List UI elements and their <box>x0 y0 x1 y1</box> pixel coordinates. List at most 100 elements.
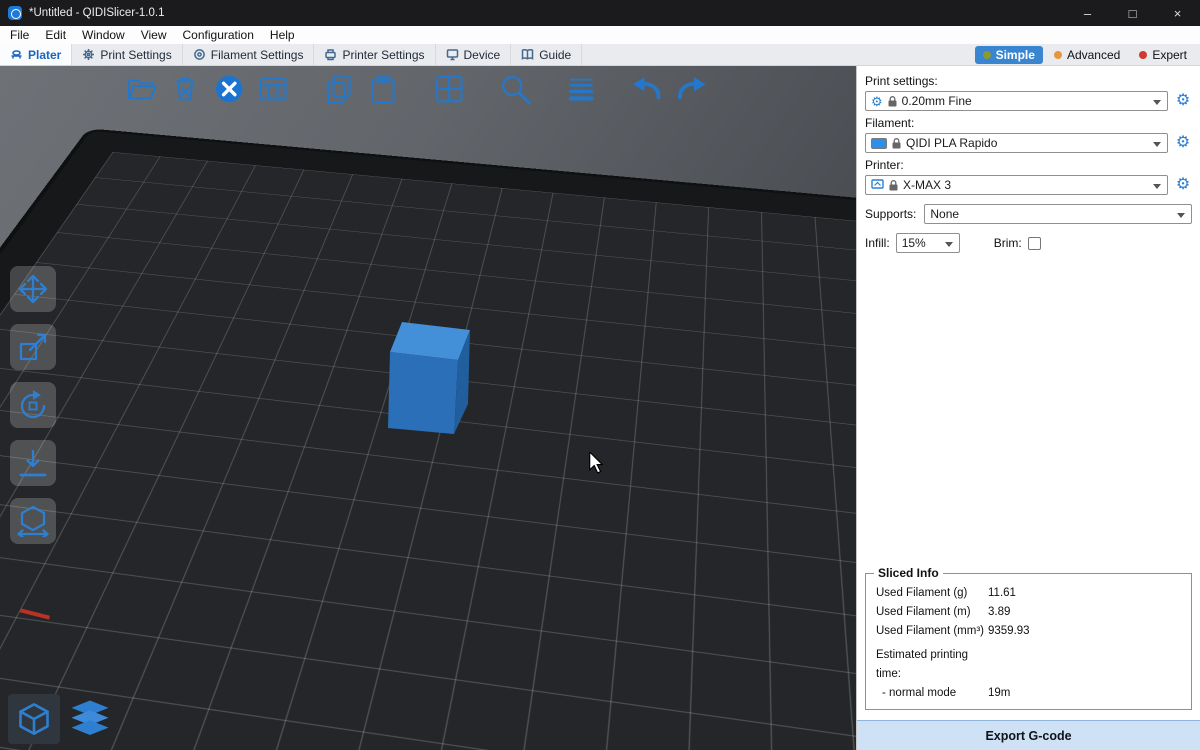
guide-icon <box>521 48 534 61</box>
menu-window[interactable]: Window <box>74 26 133 44</box>
tab-label: Filament Settings <box>211 48 304 62</box>
open-button[interactable] <box>122 70 160 108</box>
paste-button[interactable] <box>364 70 402 108</box>
plater-icon <box>10 48 23 61</box>
print-settings-dropdown[interactable]: ⚙ 0.20mm Fine <box>865 91 1168 111</box>
export-gcode-button[interactable]: Export G-code <box>857 720 1200 750</box>
tab-device[interactable]: Device <box>436 44 512 65</box>
tab-label: Guide <box>539 48 571 62</box>
variable-layer-height-button[interactable] <box>562 70 600 108</box>
move-tool-button[interactable] <box>10 266 56 312</box>
copy-icon <box>322 72 356 106</box>
close-button[interactable]: × <box>1155 0 1200 26</box>
menu-file[interactable]: File <box>2 26 37 44</box>
menu-view[interactable]: View <box>133 26 175 44</box>
tab-label: Print Settings <box>100 48 171 62</box>
editor-cube-icon <box>16 700 52 738</box>
editor-view-button[interactable] <box>8 694 60 744</box>
infill-dropdown[interactable]: 15% <box>896 233 960 253</box>
tab-label: Plater <box>28 48 61 62</box>
mode-advanced[interactable]: Advanced <box>1046 46 1128 64</box>
tab-filament-settings[interactable]: Filament Settings <box>183 44 315 65</box>
brim-label: Brim: <box>994 236 1022 250</box>
sliced-info-row: Used Filament (mm³) 9359.93 <box>872 622 1185 641</box>
tab-print-settings[interactable]: Print Settings <box>72 44 182 65</box>
app-icon <box>8 6 22 20</box>
mode-label: Advanced <box>1067 48 1120 62</box>
undo-button[interactable] <box>628 70 666 108</box>
menu-edit[interactable]: Edit <box>37 26 74 44</box>
advanced-dot-icon <box>1054 51 1062 59</box>
row-label: Used Filament (mm³) <box>876 622 988 641</box>
tab-plater[interactable]: Plater <box>0 44 72 65</box>
gizmo-toolbar <box>10 266 56 544</box>
delete-all-button[interactable] <box>210 70 248 108</box>
preview-layers-icon <box>69 699 111 739</box>
print-settings-value: 0.20mm Fine <box>902 94 972 108</box>
rotate-tool-button[interactable] <box>10 382 56 428</box>
brim-checkbox[interactable] <box>1028 237 1041 250</box>
print-settings-gear-button[interactable]: ⚙ <box>1174 93 1192 109</box>
row-label: - normal mode <box>876 684 988 703</box>
delete-button[interactable] <box>166 70 204 108</box>
split-to-objects-button[interactable] <box>430 70 468 108</box>
undo-icon <box>629 72 665 106</box>
chevron-down-icon <box>945 242 953 247</box>
tab-guide[interactable]: Guide <box>511 44 582 65</box>
tab-label: Printer Settings <box>342 48 424 62</box>
scale-tool-button[interactable] <box>10 324 56 370</box>
row-value: 11.61 <box>988 584 1185 603</box>
printer-dropdown[interactable]: X-MAX 3 <box>865 175 1168 195</box>
expert-dot-icon <box>1139 51 1147 59</box>
mode-simple[interactable]: Simple <box>975 46 1043 64</box>
chevron-down-icon <box>1177 213 1185 218</box>
filament-gear-button[interactable]: ⚙ <box>1174 135 1192 151</box>
device-icon <box>446 48 459 61</box>
build-plate[interactable] <box>0 131 856 750</box>
move-icon <box>17 273 49 305</box>
sliced-info-row: Estimated printing time: <box>872 646 1185 684</box>
filament-value: QIDI PLA Rapido <box>906 136 997 150</box>
paste-icon <box>366 72 400 106</box>
sliced-info-row: Used Filament (m) 3.89 <box>872 603 1185 622</box>
printer-gear-button[interactable]: ⚙ <box>1174 177 1192 193</box>
viewport-3d[interactable] <box>0 66 856 750</box>
filament-label: Filament: <box>865 116 1192 130</box>
filament-color-swatch <box>871 138 887 149</box>
minimize-button[interactable]: – <box>1065 0 1110 26</box>
cut-tool-button[interactable] <box>10 498 56 544</box>
maximize-button[interactable]: □ <box>1110 0 1155 26</box>
mode-label: Expert <box>1152 48 1187 62</box>
arrange-button[interactable] <box>254 70 292 108</box>
open-folder-icon <box>124 72 158 106</box>
filament-dropdown[interactable]: QIDI PLA Rapido <box>865 133 1168 153</box>
printer-value: X-MAX 3 <box>903 178 951 192</box>
preview-view-button[interactable] <box>64 694 116 744</box>
tab-printer-settings[interactable]: Printer Settings <box>314 44 435 65</box>
mode-expert[interactable]: Expert <box>1131 46 1195 64</box>
copy-button[interactable] <box>320 70 358 108</box>
menu-help[interactable]: Help <box>262 26 303 44</box>
row-value <box>988 646 1185 684</box>
redo-button[interactable] <box>672 70 710 108</box>
row-value: 19m <box>988 684 1185 703</box>
lock-icon <box>892 138 901 149</box>
redo-icon <box>673 72 709 106</box>
sliced-info-row: - normal mode 19m <box>872 684 1185 703</box>
delete-all-icon <box>212 72 246 106</box>
simple-dot-icon <box>983 51 991 59</box>
supports-dropdown[interactable]: None <box>924 204 1192 224</box>
window-controls: – □ × <box>1065 0 1200 26</box>
row-label: Used Filament (m) <box>876 603 988 622</box>
supports-value: None <box>930 207 959 221</box>
gear-icon: ⚙ <box>871 95 883 108</box>
chevron-down-icon <box>1153 142 1161 147</box>
model-cube[interactable] <box>380 316 476 440</box>
place-on-face-tool-button[interactable] <box>10 440 56 486</box>
rotate-icon <box>17 389 49 421</box>
tab-label: Device <box>464 48 501 62</box>
search-button[interactable] <box>496 70 534 108</box>
row-value: 9359.93 <box>988 622 1185 641</box>
tab-bar: Plater Print Settings Filament Settings … <box>0 44 1200 66</box>
menu-configuration[interactable]: Configuration <box>175 26 262 44</box>
